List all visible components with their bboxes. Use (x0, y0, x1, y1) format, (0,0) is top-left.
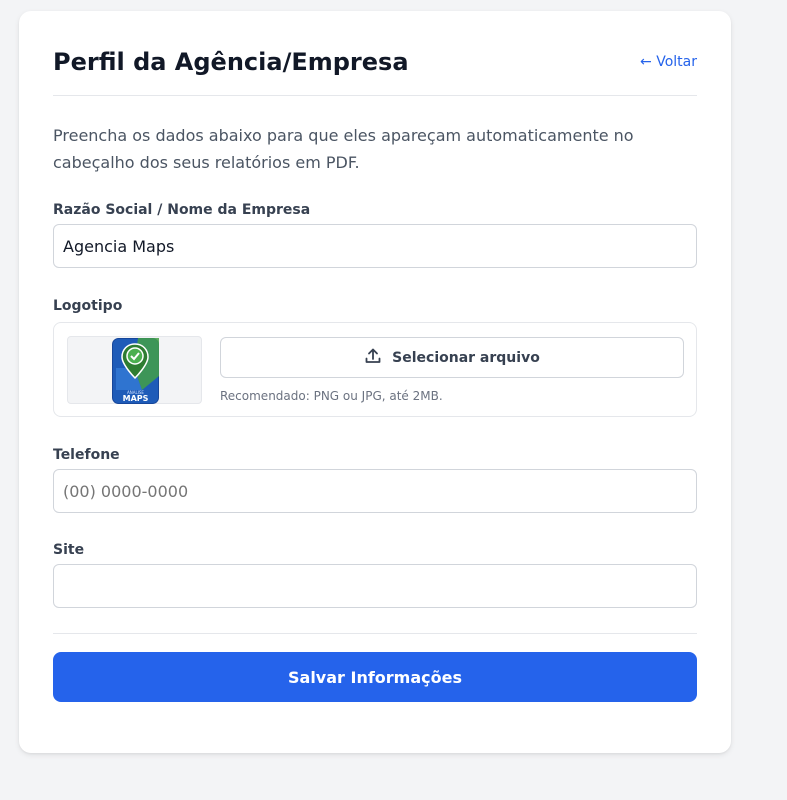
select-file-button[interactable]: Selecionar arquivo (220, 337, 684, 378)
back-link[interactable]: ← Voltar (640, 53, 697, 71)
file-hint: Recomendado: PNG ou JPG, até 2MB. (220, 389, 443, 403)
upload-icon (364, 347, 382, 369)
site-input[interactable] (53, 564, 697, 608)
logo-preview: ANALISE MAPS (67, 336, 202, 404)
intro-text: Preencha os dados abaixo para que eles a… (53, 126, 634, 172)
phone-input[interactable] (53, 469, 697, 513)
company-name-label: Razão Social / Nome da Empresa (53, 202, 311, 218)
profile-card: Perfil da Agência/Empresa ← Voltar Preen… (19, 11, 731, 753)
card-header: Perfil da Agência/Empresa ← Voltar (53, 47, 697, 96)
phone-label: Telefone (53, 447, 120, 463)
save-button[interactable]: Salvar Informações (53, 652, 697, 702)
select-file-label: Selecionar arquivo (392, 349, 540, 366)
company-name-input[interactable] (53, 224, 697, 268)
svg-text:MAPS: MAPS (123, 394, 149, 403)
logo-label: Logotipo (53, 298, 123, 314)
maps-logo-image: ANALISE MAPS (112, 338, 159, 404)
logo-upload-box: ANALISE MAPS Selecionar arquivo Recomend… (53, 322, 697, 417)
divider (53, 633, 697, 634)
page-title: Perfil da Agência/Empresa (53, 48, 409, 76)
site-label: Site (53, 542, 85, 558)
